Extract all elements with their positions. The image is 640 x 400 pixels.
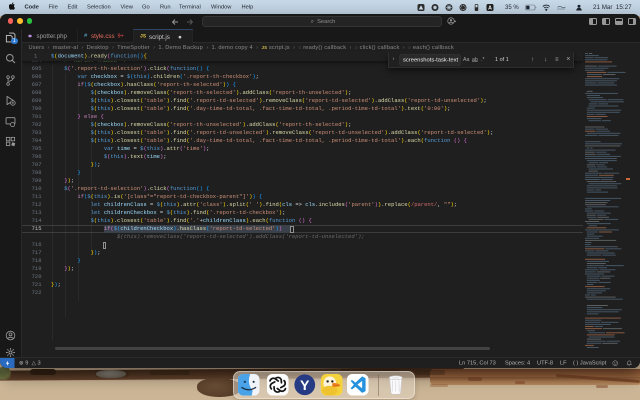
svg-text:Y: Y [300, 378, 310, 394]
svg-text:A: A [488, 6, 492, 12]
